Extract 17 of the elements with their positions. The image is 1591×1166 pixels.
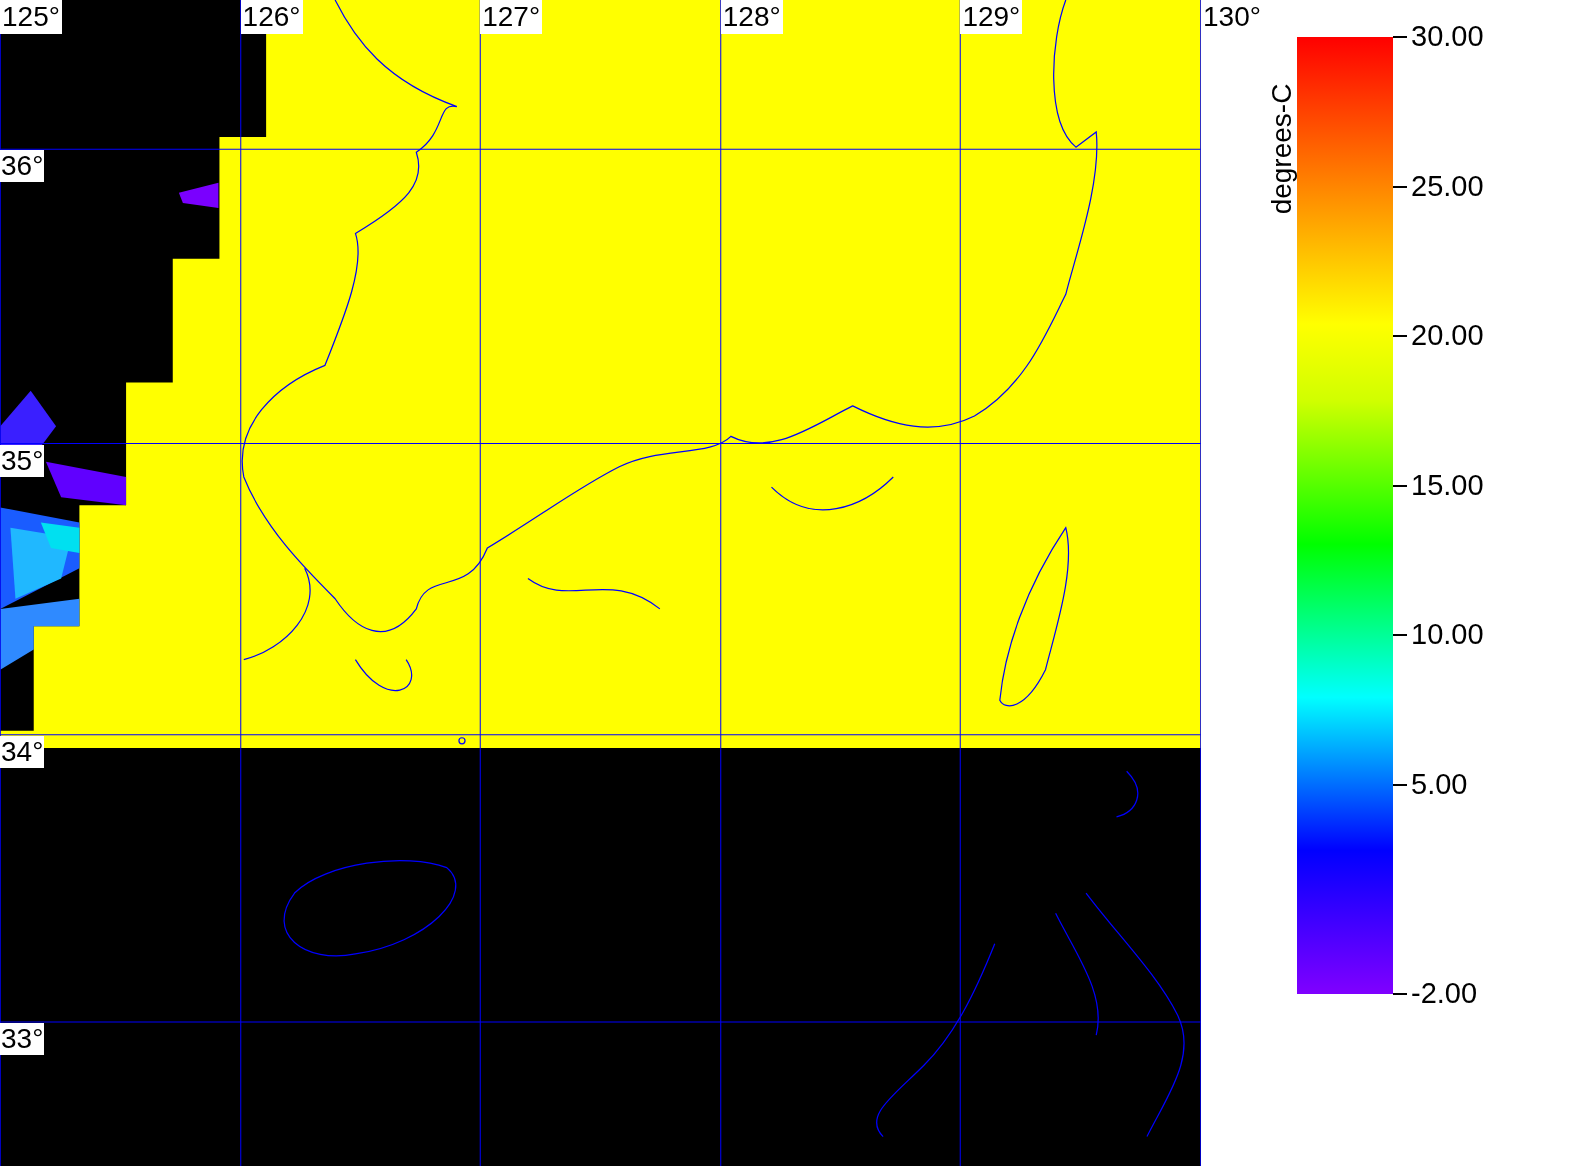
longitude-label: 125°	[0, 0, 62, 34]
longitude-label: 128°	[720, 0, 783, 34]
longitude-label: 127°	[480, 0, 543, 34]
colorbar-tick-label: 5.00	[1411, 766, 1468, 801]
colorbar-tick-label: 25.00	[1411, 168, 1484, 203]
colorbar-tick-label: 10.00	[1411, 617, 1484, 652]
colorbar-tick-label: -2.00	[1411, 976, 1478, 1010]
colorbar-tick-label: 20.00	[1411, 318, 1484, 353]
longitude-label: 129°	[960, 0, 1023, 34]
latitude-label: 34°	[0, 736, 45, 768]
latitude-label: 33°	[0, 1023, 45, 1056]
colorbar-tick-label: 30.00	[1411, 19, 1484, 53]
colorbar-tick-label: 15.00	[1411, 467, 1484, 502]
colorbar-title: degrees-C	[1265, 83, 1299, 215]
latitude-label: 36°	[0, 150, 45, 183]
longitude-label: 126°	[240, 0, 303, 34]
latitude-label: 35°	[0, 444, 45, 477]
